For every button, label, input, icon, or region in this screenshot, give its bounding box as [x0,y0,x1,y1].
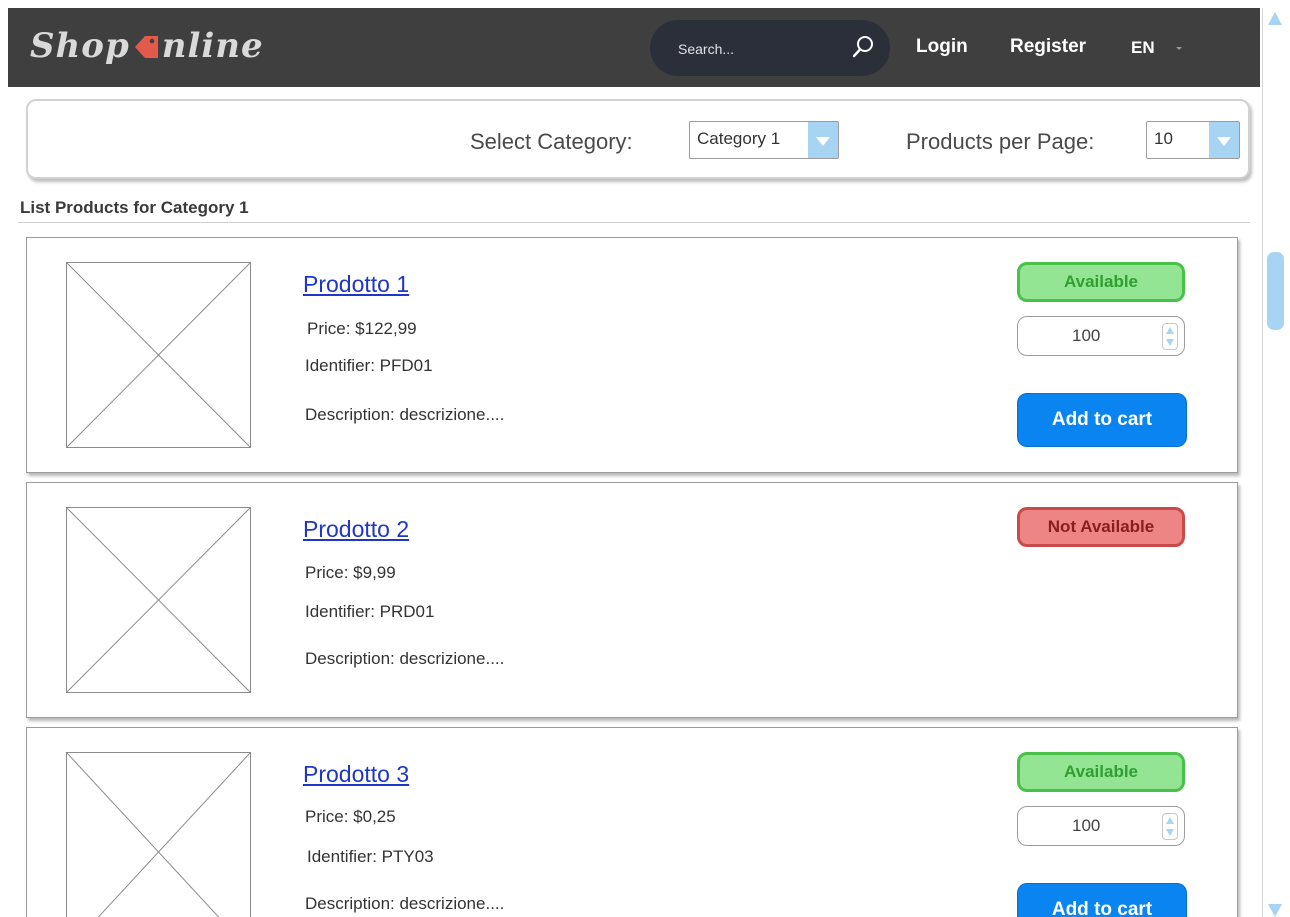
image-placeholder-icon [66,752,251,917]
status-badge: Available [1017,262,1185,302]
login-link[interactable]: Login [916,36,968,58]
image-placeholder-icon [66,262,251,448]
status-badge: Not Available [1017,507,1185,547]
spinner-icon[interactable] [1162,813,1178,840]
product-card: Prodotto 2 Price: $9,99 Identifier: PRD0… [26,482,1238,718]
category-select[interactable]: Category 1 [689,121,839,159]
product-card: Prodotto 3 Price: $0,25 Identifier: PTY0… [26,727,1238,917]
quantity-value: 100 [1072,816,1101,835]
vertical-scrollbar[interactable] [1262,8,1286,917]
list-title: List Products for Category 1 [20,198,249,217]
chevron-down-icon[interactable] [1176,47,1182,50]
per-page-select-value: 10 [1154,129,1173,148]
product-price: Price: $9,99 [305,563,396,582]
status-badge: Available [1017,752,1185,792]
product-name-link[interactable]: Prodotto 3 [303,761,409,788]
language-selector[interactable]: EN [1131,38,1155,58]
quantity-stepper[interactable]: 100 [1017,806,1185,846]
product-identifier: Identifier: PTY03 [307,847,434,866]
product-description: Description: descrizione.... [305,894,505,913]
category-label: Select Category: [470,129,633,154]
logo-text-shop: Shop [30,26,130,66]
search-placeholder: Search... [678,41,735,57]
add-to-cart-button[interactable]: Add to cart [1017,883,1187,917]
filter-bar: Select Category: Category 1 Products per… [26,99,1250,179]
register-link[interactable]: Register [1010,36,1086,58]
price-tag-icon [131,31,161,61]
top-header: Shop nline Search... Login Register EN [8,8,1260,87]
scrollbar-thumb[interactable] [1267,252,1284,330]
search-input[interactable]: Search... [650,20,890,76]
logo-text-online: nline [161,26,264,66]
product-name-link[interactable]: Prodotto 1 [303,271,409,298]
product-description: Description: descrizione.... [305,649,505,668]
add-to-cart-button[interactable]: Add to cart [1017,393,1187,447]
quantity-stepper[interactable]: 100 [1017,316,1185,356]
product-description: Description: descrizione.... [305,405,505,424]
product-price: Price: $122,99 [307,319,417,338]
per-page-select[interactable]: 10 [1146,121,1240,159]
per-page-label: Products per Page: [906,129,1095,154]
product-identifier: Identifier: PFD01 [305,356,433,375]
spinner-icon[interactable] [1162,323,1178,350]
shop-online-logo[interactable]: Shop nline [30,26,264,66]
image-placeholder-icon [66,507,251,693]
chevron-down-icon[interactable] [808,122,838,158]
search-icon[interactable] [852,35,874,64]
product-name-link[interactable]: Prodotto 2 [303,516,409,543]
scroll-down-icon[interactable] [1268,904,1282,917]
category-select-value: Category 1 [697,129,781,148]
scroll-up-icon[interactable] [1268,12,1282,25]
quantity-value: 100 [1072,326,1101,345]
product-identifier: Identifier: PRD01 [305,602,435,621]
divider [18,222,1250,223]
product-price: Price: $0,25 [305,807,396,826]
chevron-down-icon[interactable] [1209,122,1239,158]
product-card: Prodotto 1 Price: $122,99 Identifier: PF… [26,237,1238,473]
